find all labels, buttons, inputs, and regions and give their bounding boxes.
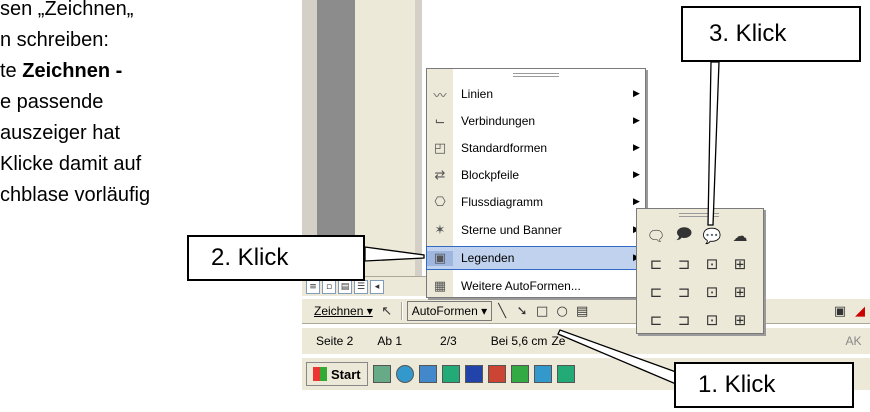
flowchart-icon: ⎔ <box>434 194 446 210</box>
normal-view-button[interactable]: ≡ <box>306 279 320 294</box>
menu-item-flowchart[interactable]: ⎔ Flussdiagramm ▶ <box>427 191 647 213</box>
submenu-arrow-icon: ▶ <box>633 116 640 126</box>
rectangle-tool-icon[interactable]: □ <box>532 302 552 320</box>
access-icon[interactable] <box>533 365 552 383</box>
submenu-drag-handle[interactable] <box>679 213 719 217</box>
windows-logo-icon <box>313 367 327 381</box>
powerpoint-icon[interactable] <box>487 365 506 383</box>
more-autoshapes-icon: ▦ <box>433 278 447 294</box>
rounded-callout-icon[interactable]: 🗩 <box>671 223 697 249</box>
drawing-toolbar: Zeichnen ▾ ↖ AutoFormen ▾ ╲ ➘ □ ○ ▤ ▣ ◢ <box>302 298 870 324</box>
clipart-icon[interactable]: ▣ <box>830 302 850 320</box>
instruction-line-2: n schreiben: <box>0 29 109 51</box>
menu-item-label: Blockpfeile <box>461 168 520 182</box>
menu-item-connectors[interactable]: ⌙ Verbindungen ▶ <box>427 110 647 132</box>
instruction-line-1: sen „Zeichnen„ <box>0 0 134 20</box>
instruction-line-4: e passende <box>0 91 104 113</box>
menu-item-more-autoshapes[interactable]: ▦ Weitere AutoFormen... <box>427 275 647 297</box>
stars-banners-icon: ✶ <box>434 222 446 238</box>
menu-item-label: Flussdiagramm <box>461 195 544 209</box>
annotation-click2: 2. Klick <box>187 235 365 281</box>
menu-item-label: Weitere AutoFormen... <box>461 279 581 293</box>
instruction-line-5: auszeiger hat <box>0 122 121 144</box>
instruction-line-7: chblase vorläufig <box>0 184 151 206</box>
line-callout-5-icon[interactable]: ⊏ <box>643 279 669 305</box>
word-icon[interactable] <box>464 365 483 383</box>
instruction-bold: Zeichnen - <box>22 60 123 82</box>
line-callout-8-icon[interactable]: ⊞ <box>727 279 753 305</box>
textbox-tool-icon[interactable]: ▤ <box>572 302 592 320</box>
line-callout-1-icon[interactable]: ⊏ <box>643 251 669 277</box>
status-pages: 2/3 <box>440 334 457 348</box>
basic-shapes-icon: ◰ <box>433 140 447 156</box>
cloud-callout-icon[interactable]: ☁ <box>727 223 753 249</box>
menu-item-basic-shapes[interactable]: ◰ Standardformen ▶ <box>427 137 647 159</box>
menu-item-label: Linien <box>461 87 494 101</box>
annotation-click1: 1. Klick <box>674 362 854 408</box>
line-callout-3-icon[interactable]: ⊡ <box>699 251 725 277</box>
outlook-icon[interactable] <box>418 365 437 383</box>
menu-item-label: Legenden <box>461 251 515 265</box>
line-callout-4-icon[interactable]: ⊞ <box>727 251 753 277</box>
start-button[interactable]: Start <box>306 362 368 386</box>
block-arrows-icon: ⇄ <box>434 167 446 183</box>
line-callout-10-icon[interactable]: ⊐ <box>671 307 697 333</box>
line-callout-9-icon[interactable]: ⊏ <box>643 307 669 333</box>
annotation-click3: 3. Klick <box>681 6 861 62</box>
instruction-line-6: Klicke damit auf <box>0 153 142 175</box>
browser-icon[interactable] <box>395 365 414 383</box>
callouts-submenu: 🗨 🗩 💬 ☁ ⊏ ⊐ ⊡ ⊞ ⊏ ⊐ ⊡ ⊞ ⊏ ⊐ ⊡ ⊞ <box>636 208 764 334</box>
excel-icon[interactable] <box>441 365 460 383</box>
print-view-button[interactable]: ▤ <box>338 279 352 294</box>
status-bar: Seite 2 Ab 1 2/3 Bei 5,6 cm Ze AK <box>302 328 870 354</box>
draw-menu-button[interactable]: Zeichnen ▾ <box>310 302 377 320</box>
outline-view-button[interactable]: ☰ <box>354 279 368 294</box>
menu-item-label: Verbindungen <box>461 114 536 128</box>
line-callout-2-icon[interactable]: ⊐ <box>671 251 697 277</box>
rectangular-callout-icon[interactable]: 🗨 <box>643 223 669 249</box>
scroll-left-button[interactable]: ◂ <box>370 279 384 294</box>
callouts-icon: ▣ <box>427 250 453 266</box>
menu-item-lines[interactable]: 〰 Linien ▶ <box>427 83 647 105</box>
web-view-button[interactable]: ▫ <box>322 279 336 294</box>
line-callout-7-icon[interactable]: ⊡ <box>699 279 725 305</box>
callout-grid: 🗨 🗩 💬 ☁ ⊏ ⊐ ⊡ ⊞ ⊏ ⊐ ⊡ ⊞ ⊏ ⊐ ⊡ ⊞ <box>643 223 753 333</box>
menu-item-stars-banners[interactable]: ✶ Sterne und Banner ▶ <box>427 219 647 241</box>
project-icon[interactable] <box>510 365 529 383</box>
menu-item-block-arrows[interactable]: ⇄ Blockpfeile ▶ <box>427 164 647 186</box>
status-line: Ze <box>551 334 566 348</box>
status-section: Ab 1 <box>377 334 403 348</box>
autoshapes-button[interactable]: AutoFormen ▾ <box>406 301 493 321</box>
quicklaunch-app-icon[interactable] <box>372 365 391 383</box>
excel2-icon[interactable] <box>556 365 575 383</box>
autoshapes-menu: 〰 Linien ▶ ⌙ Verbindungen ▶ ◰ Standardfo… <box>426 68 648 298</box>
menu-drag-handle[interactable] <box>513 73 559 77</box>
menu-item-callouts[interactable]: ▣ Legenden ▶ <box>426 246 648 270</box>
toolbar-separator <box>400 302 403 320</box>
line-tool-icon[interactable]: ╲ <box>492 302 512 320</box>
oval-tool-icon[interactable]: ○ <box>552 302 572 320</box>
status-extra: AK <box>845 334 862 348</box>
arrow-tool-icon[interactable]: ➘ <box>512 302 532 320</box>
menu-item-label: Standardformen <box>461 141 548 155</box>
instruction-line-3: te Zeichnen - <box>0 60 123 82</box>
menu-item-label: Sterne und Banner <box>461 223 562 237</box>
lines-icon: 〰 <box>433 88 447 104</box>
line-callout-11-icon[interactable]: ⊡ <box>699 307 725 333</box>
submenu-arrow-icon: ▶ <box>633 197 640 207</box>
submenu-arrow-icon: ▶ <box>633 143 640 153</box>
submenu-arrow-icon: ▶ <box>633 89 640 99</box>
connectors-icon: ⌙ <box>434 113 446 129</box>
line-callout-12-icon[interactable]: ⊞ <box>727 307 753 333</box>
status-page: Seite 2 <box>316 334 354 348</box>
oval-callout-icon[interactable]: 💬 <box>699 223 725 249</box>
select-pointer-icon[interactable]: ↖ <box>377 302 397 320</box>
instruction-text: sen „Zeichnen„ n schreiben: te Zeichnen … <box>0 0 235 211</box>
start-label: Start <box>331 366 361 382</box>
line-callout-6-icon[interactable]: ⊐ <box>671 279 697 305</box>
submenu-arrow-icon: ▶ <box>633 170 640 180</box>
status-position: Bei 5,6 cm <box>490 334 548 348</box>
fill-color-icon[interactable]: ◢ <box>850 302 870 320</box>
